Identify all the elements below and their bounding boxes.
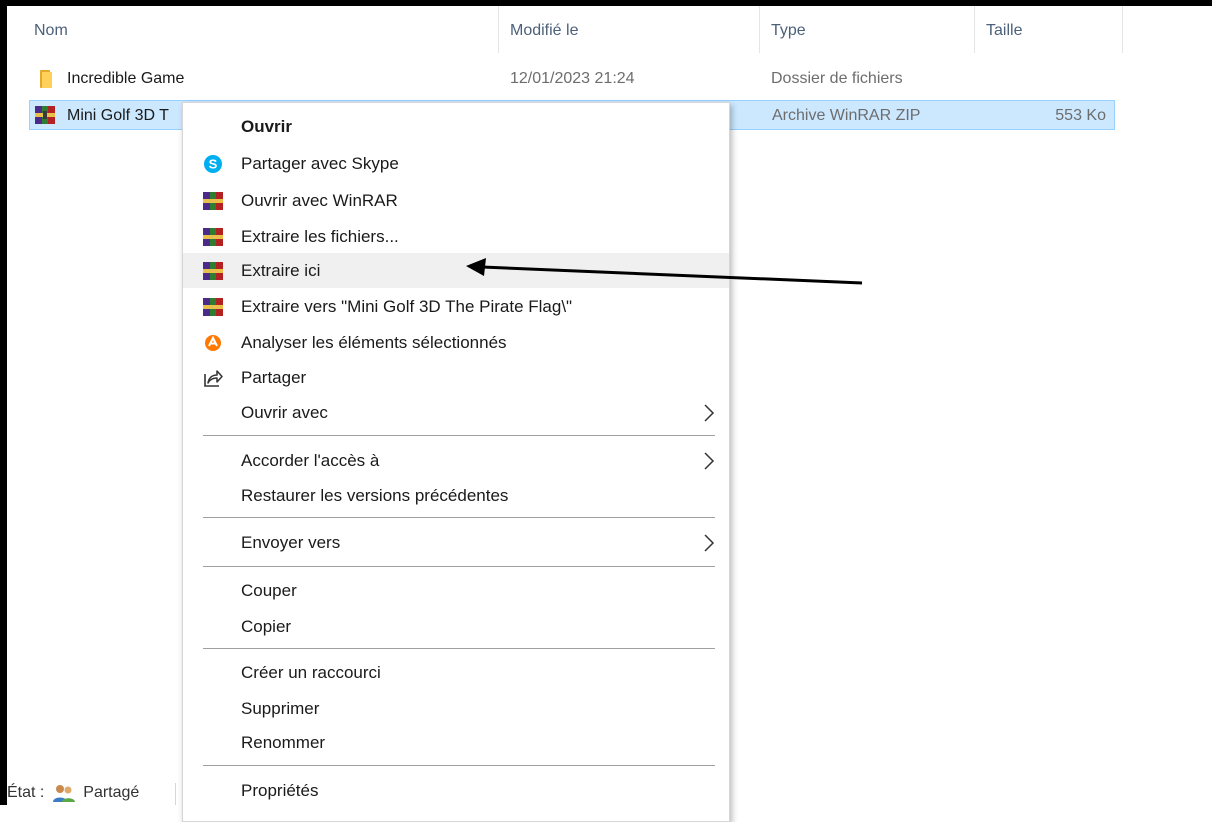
menu-item-label: Extraire les fichiers... [241,227,399,246]
column-header-name[interactable]: Nom [24,6,494,53]
file-name: Mini Golf 3D T [67,107,169,124]
file-row-incredible-game[interactable]: Incredible Game 12/01/2023 21:24 Dossier… [29,64,1115,94]
file-size: 553 Ko [1055,107,1106,124]
menu-item-scan[interactable]: Analyser les éléments sélectionnés [183,325,729,360]
menu-separator [203,517,715,518]
context-menu: Ouvrir S Partager avec Skype Ouvrir avec… [182,102,730,822]
status-value: Partagé [83,784,140,801]
avast-icon [205,335,221,351]
menu-separator [203,566,715,567]
menu-item-copy[interactable]: Copier [183,609,729,644]
menu-item-label: Extraire ici [241,261,321,280]
column-header-row: Nom Modifié le Type Taille [7,6,1123,53]
menu-item-rename[interactable]: Renommer [183,725,729,760]
file-type: Dossier de fichiers [771,70,903,87]
menu-item-label: Propriétés [241,781,319,800]
menu-item-share[interactable]: Partager [183,360,729,395]
shared-people-icon [52,784,75,802]
svg-text:S: S [209,157,218,172]
menu-item-delete[interactable]: Supprimer [183,691,729,726]
window-left-border [0,0,7,805]
column-divider[interactable] [498,6,499,53]
status-label: État : [7,784,45,801]
menu-item-extract-to[interactable]: Extraire vers "Mini Golf 3D The Pirate F… [183,289,729,324]
menu-item-properties[interactable]: Propriétés [183,773,729,808]
menu-item-create-shortcut[interactable]: Créer un raccourci [183,655,729,690]
menu-item-label: Ouvrir avec WinRAR [241,191,398,210]
skype-icon: S [204,155,222,173]
winrar-icon [203,228,223,246]
menu-item-label: Partager avec Skype [241,154,399,173]
menu-separator [203,648,715,649]
chevron-right-icon [704,452,715,470]
status-divider [175,783,176,805]
menu-item-share-skype[interactable]: S Partager avec Skype [183,146,729,181]
menu-item-extract-here[interactable]: Extraire ici [183,253,729,288]
menu-item-label: Extraire vers "Mini Golf 3D The Pirate F… [241,297,573,316]
menu-item-label: Analyser les éléments sélectionnés [241,333,507,352]
menu-item-label: Ouvrir avec [241,403,328,422]
menu-item-open[interactable]: Ouvrir [183,109,729,144]
menu-item-label: Renommer [241,733,326,752]
file-modified: 12/01/2023 21:24 [510,70,635,87]
menu-item-label: Partager [241,368,307,387]
winrar-icon [203,192,223,210]
menu-item-open-with[interactable]: Ouvrir avec [183,395,729,430]
column-header-modified[interactable]: Modifié le [500,6,758,53]
menu-item-cut[interactable]: Couper [183,573,729,608]
column-divider[interactable] [1122,6,1123,53]
status-bar: État : Partagé [7,780,139,805]
menu-item-label: Ouvrir [241,117,293,136]
winrar-icon [203,298,223,316]
share-icon [204,370,223,387]
chevron-right-icon [704,534,715,552]
menu-item-label: Copier [241,617,292,636]
chevron-right-icon [704,404,715,422]
column-header-type[interactable]: Type [761,6,973,53]
menu-item-label: Envoyer vers [241,533,341,552]
menu-item-grant-access[interactable]: Accorder l'accès à [183,443,729,478]
file-name: Incredible Game [67,70,185,87]
menu-separator [203,765,715,766]
menu-item-label: Accorder l'accès à [241,451,380,470]
menu-item-label: Restaurer les versions précédentes [241,486,509,505]
menu-item-send-to[interactable]: Envoyer vers [183,525,729,560]
menu-item-extract-files[interactable]: Extraire les fichiers... [183,219,729,254]
column-divider[interactable] [974,6,975,53]
file-type: Archive WinRAR ZIP [772,107,921,124]
menu-item-label: Créer un raccourci [241,663,381,682]
column-divider[interactable] [759,6,760,53]
menu-item-restore-versions[interactable]: Restaurer les versions précédentes [183,478,729,513]
menu-item-open-winrar[interactable]: Ouvrir avec WinRAR [183,183,729,218]
menu-item-label: Supprimer [241,699,320,718]
menu-separator [203,435,715,436]
file-size [1019,64,1105,94]
winrar-icon [203,262,223,280]
column-header-size[interactable]: Taille [976,6,1122,53]
winrar-archive-icon [35,106,55,124]
folder-icon [38,70,54,88]
menu-item-label: Couper [241,581,297,600]
